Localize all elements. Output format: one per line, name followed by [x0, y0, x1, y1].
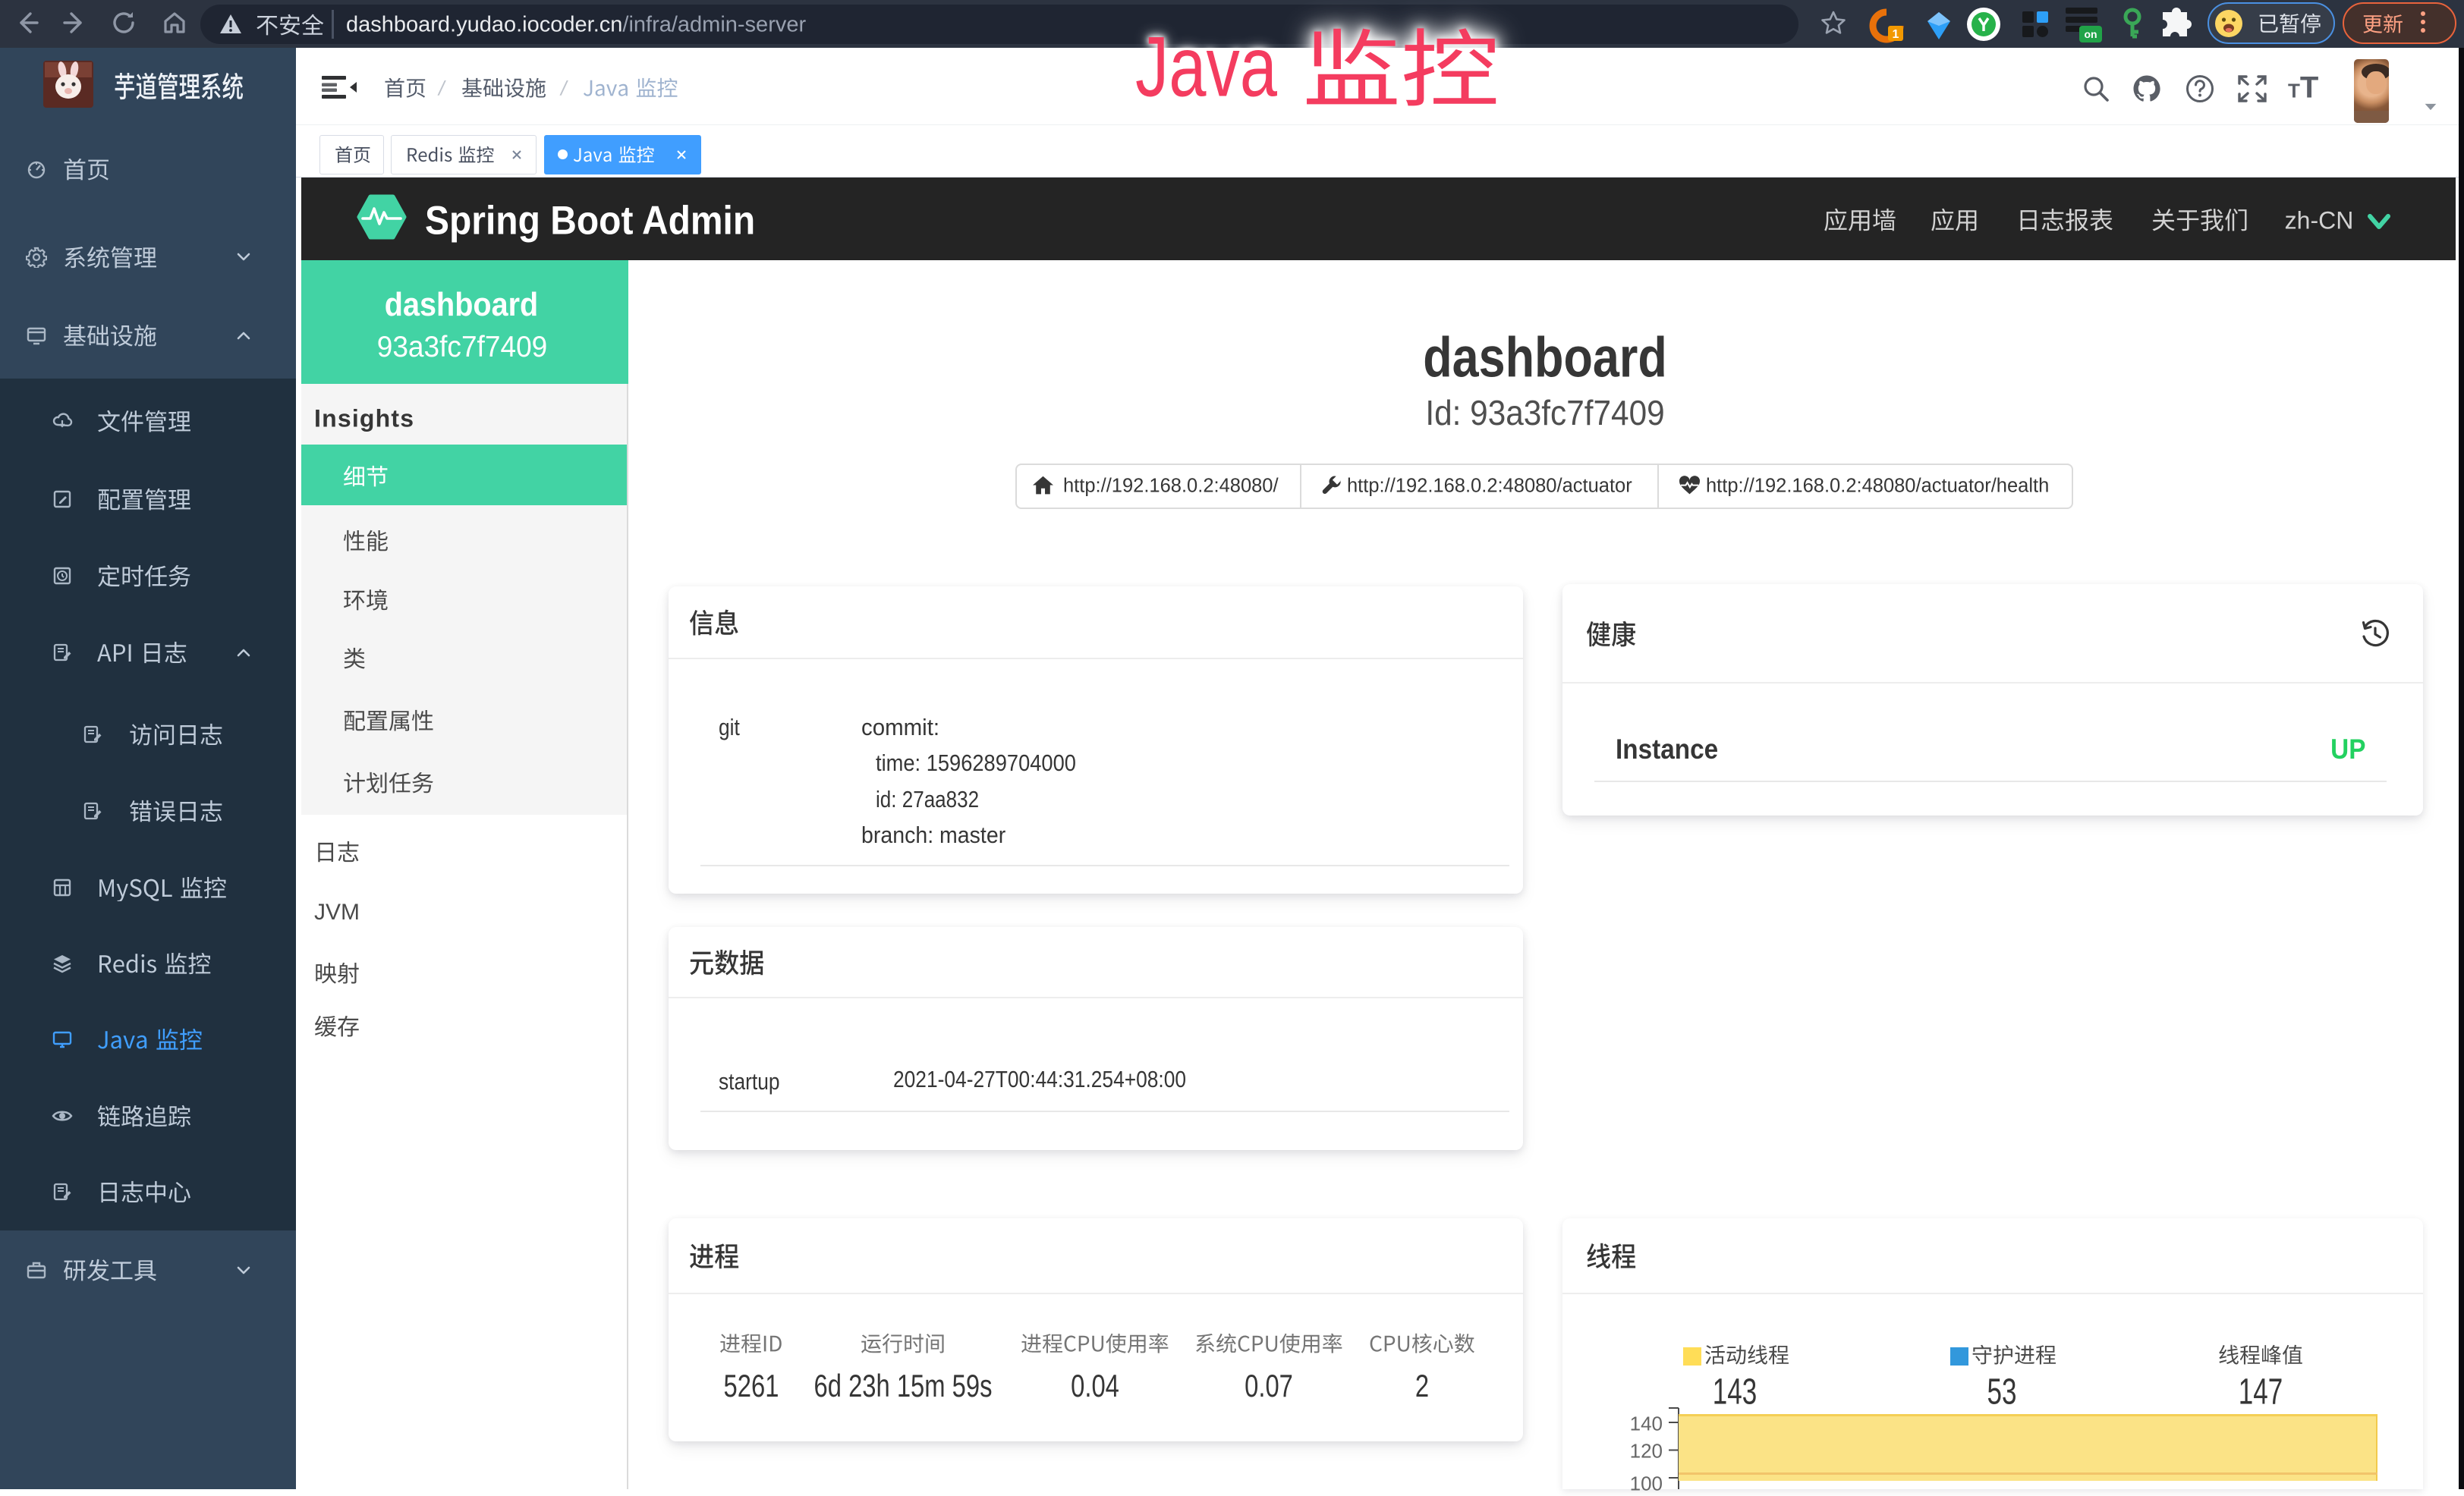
svg-text:1: 1 [1893, 28, 1899, 41]
svg-text:on: on [2084, 28, 2097, 40]
